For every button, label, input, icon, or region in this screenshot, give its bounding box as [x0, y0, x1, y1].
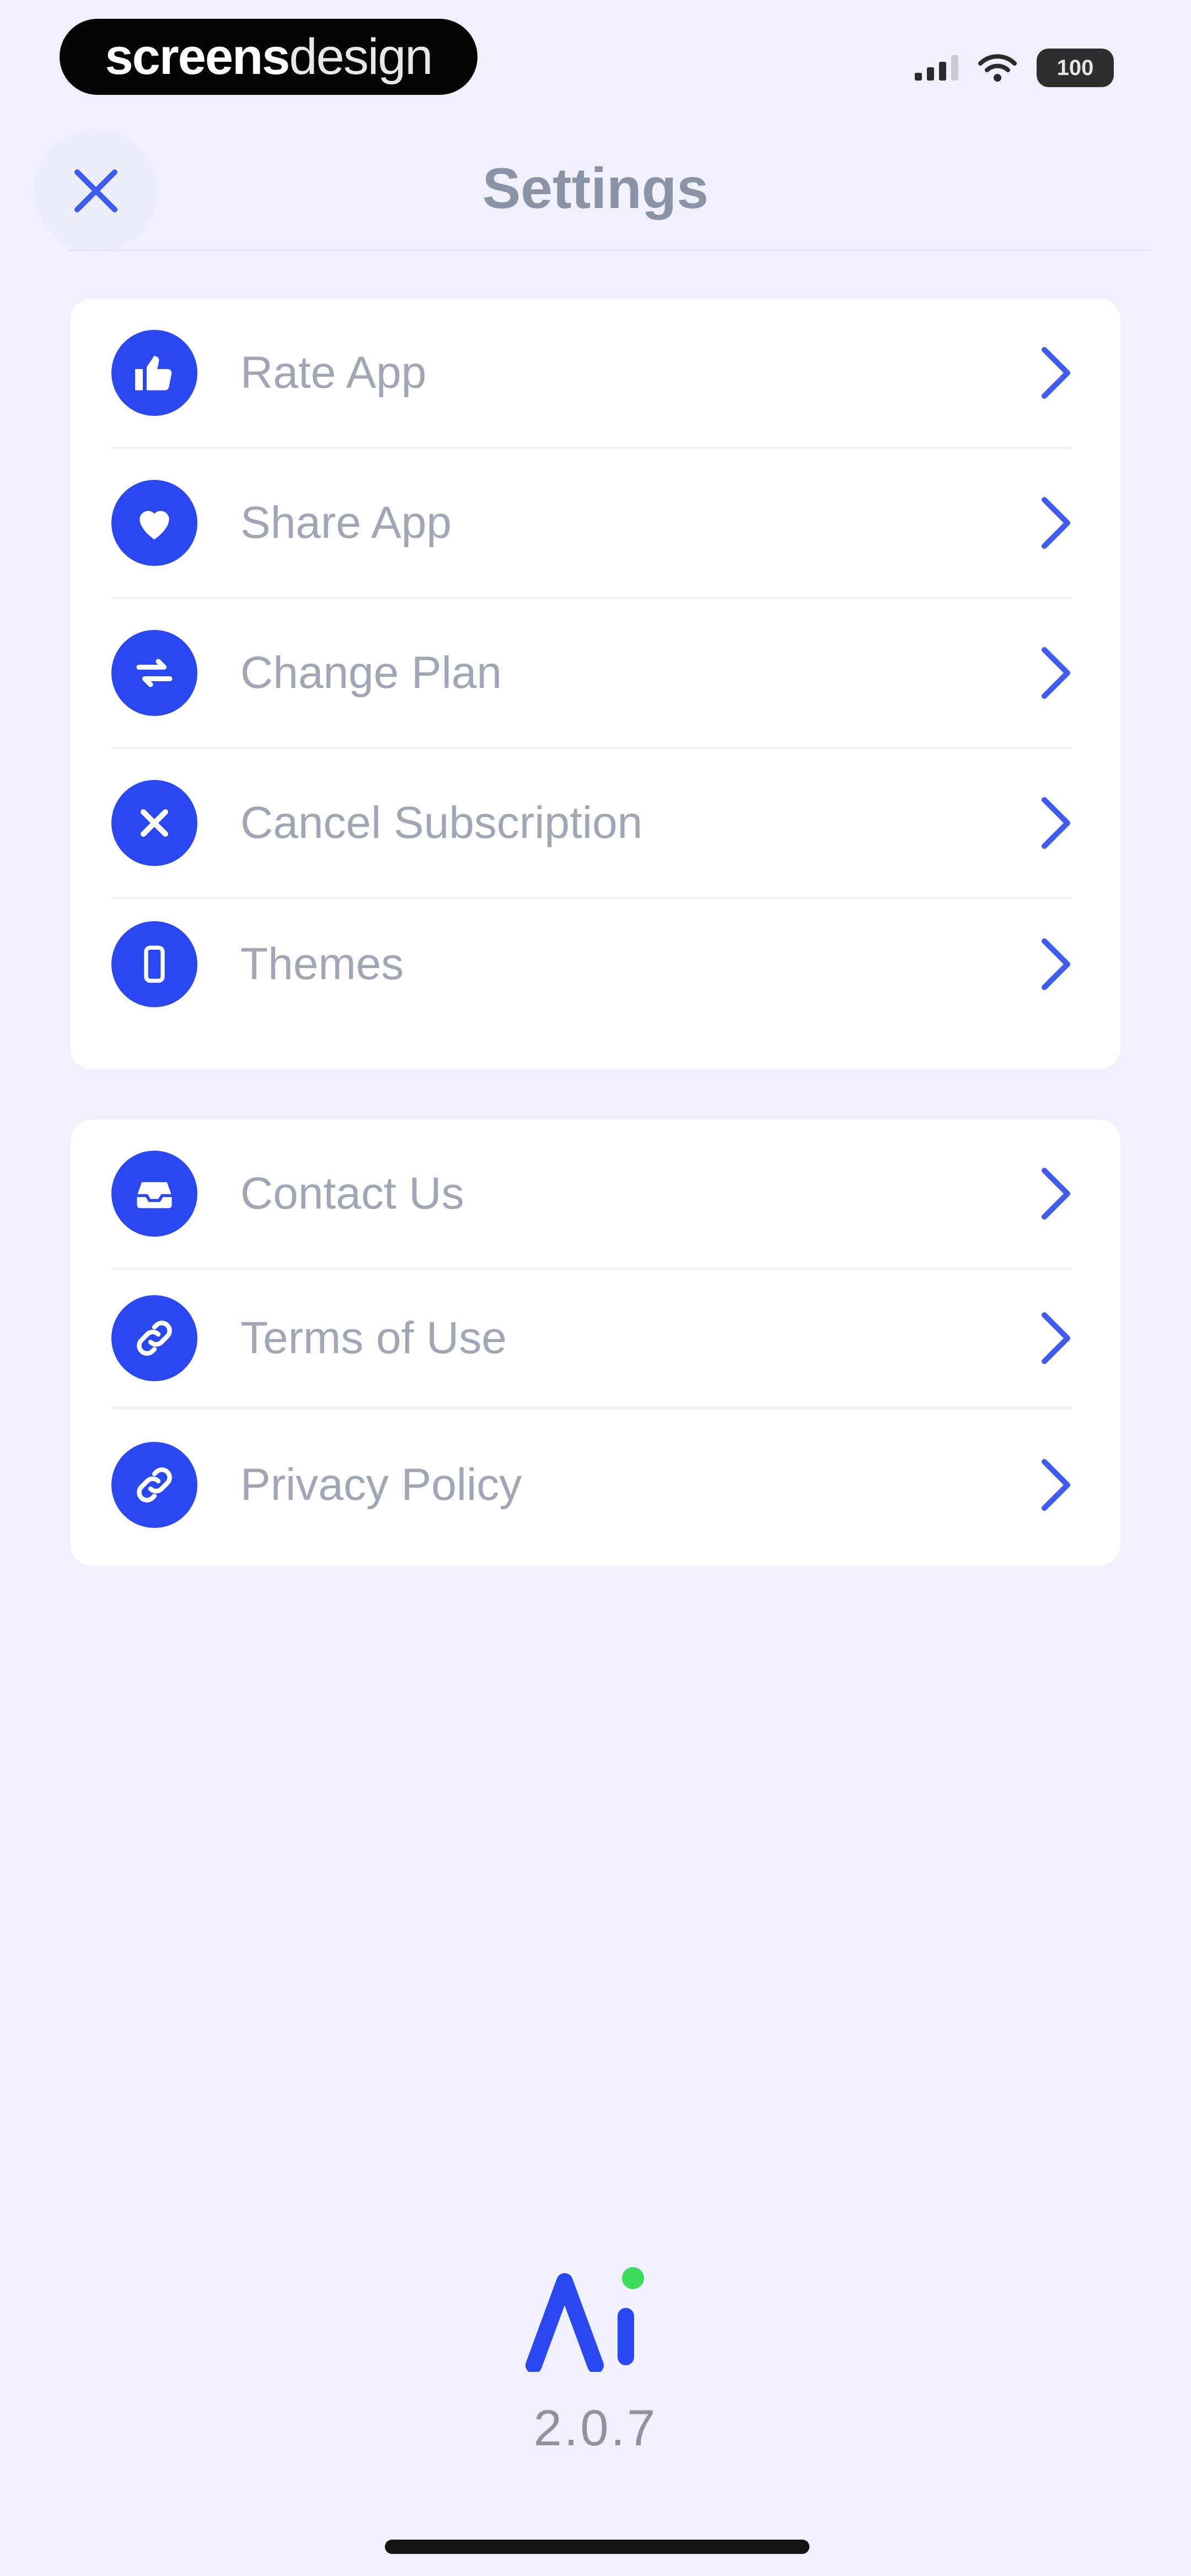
- x-icon: [111, 780, 197, 866]
- brand-light-text: design: [289, 28, 433, 85]
- settings-row-label: Terms of Use: [240, 1313, 507, 1363]
- settings-row-contact-us[interactable]: Contact Us: [111, 1120, 1072, 1270]
- chevron-right-icon: [1028, 1308, 1072, 1369]
- brand-bold-text: screens: [105, 28, 291, 85]
- swap-arrows-icon: [111, 630, 197, 716]
- app-logo: [525, 2267, 644, 2372]
- chevron-right-icon: [1028, 793, 1072, 853]
- settings-row-privacy-policy[interactable]: Privacy Policy: [111, 1409, 1072, 1561]
- phone-icon: [111, 921, 197, 1007]
- settings-row-cancel-subscription[interactable]: Cancel Subscription: [111, 749, 1072, 899]
- status-icons: 100: [915, 44, 1114, 92]
- settings-row-label: Contact Us: [240, 1168, 464, 1218]
- status-bar: screens design 100: [0, 0, 1191, 110]
- settings-card-general: Rate App Share App Change Plan Cancel Su…: [71, 299, 1120, 1069]
- settings-row-label: Share App: [240, 498, 452, 548]
- settings-row-terms-of-use[interactable]: Terms of Use: [111, 1270, 1072, 1409]
- home-indicator[interactable]: [385, 2540, 809, 2554]
- settings-row-rate-app[interactable]: Rate App: [111, 299, 1072, 449]
- chevron-right-icon: [1028, 343, 1072, 403]
- settings-row-themes[interactable]: Themes: [111, 899, 1072, 1029]
- settings-row-share-app[interactable]: Share App: [111, 449, 1072, 599]
- header-divider: [68, 249, 1151, 252]
- inbox-icon: [111, 1151, 197, 1237]
- link-icon: [111, 1442, 197, 1528]
- chevron-right-icon: [1028, 1163, 1072, 1224]
- settings-row-label: Cancel Subscription: [240, 798, 643, 848]
- settings-row-label: Rate App: [240, 348, 427, 398]
- heart-icon: [111, 480, 197, 566]
- settings-row-label: Themes: [240, 939, 404, 989]
- link-icon: [111, 1295, 197, 1381]
- settings-row-label: Change Plan: [240, 648, 502, 698]
- wifi-icon: [978, 54, 1017, 82]
- battery-indicator: 100: [1037, 49, 1114, 87]
- chevron-right-icon: [1028, 1455, 1072, 1515]
- app-version: 2.0.7: [533, 2400, 658, 2456]
- chevron-right-icon: [1028, 493, 1072, 553]
- cellular-signal-icon: [915, 55, 958, 81]
- brand-watermark: screens design: [60, 19, 478, 95]
- chevron-right-icon: [1028, 934, 1072, 995]
- settings-card-legal: Contact Us Terms of Use Privacy Policy: [71, 1120, 1120, 1565]
- page-title: Settings: [482, 157, 709, 221]
- settings-row-change-plan[interactable]: Change Plan: [111, 599, 1072, 749]
- settings-row-label: Privacy Policy: [240, 1460, 522, 1510]
- chevron-right-icon: [1028, 643, 1072, 703]
- thumbs-up-icon: [111, 330, 197, 416]
